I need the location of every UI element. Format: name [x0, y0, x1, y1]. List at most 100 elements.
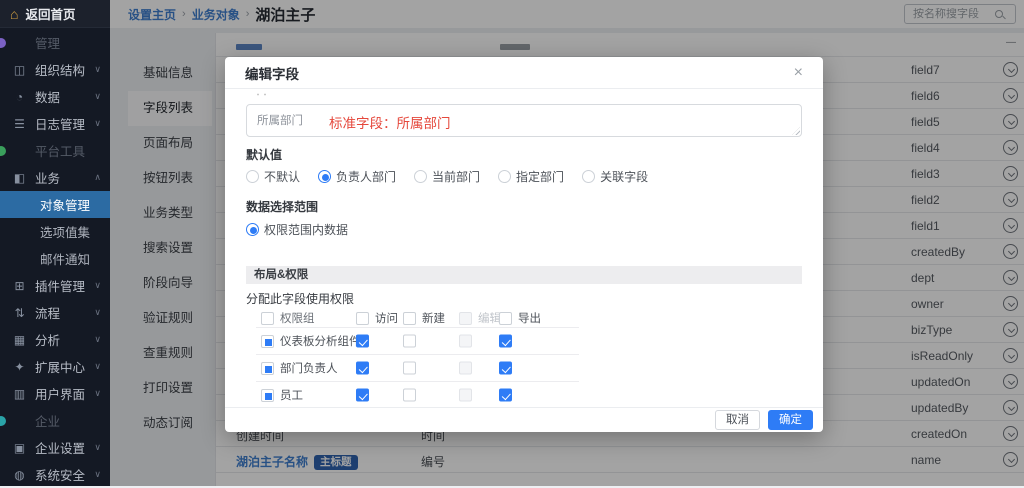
radio-label: 权限范围内数据 [264, 221, 348, 238]
sidebar-item-用户界面[interactable]: ▥用户界面∨ [0, 380, 110, 407]
close-icon[interactable]: × [794, 65, 803, 81]
field-label-value: 所属部门 [257, 115, 303, 127]
checkbox-checked-icon[interactable] [499, 389, 512, 402]
perm-group-cell: 部门负责人 [261, 360, 338, 376]
radio-icon[interactable] [246, 170, 259, 183]
checkbox-icon[interactable] [261, 312, 274, 325]
checkbox-icon[interactable] [403, 362, 416, 375]
radio-checked-icon[interactable] [246, 223, 259, 236]
annotation-text: 标准字段：所属部门 [329, 112, 451, 132]
perm-cell [499, 335, 512, 348]
enterprise-dot-icon [0, 416, 6, 426]
perm-cell [499, 362, 512, 375]
checkbox-icon[interactable] [403, 335, 416, 348]
checkbox-checked-icon[interactable] [499, 362, 512, 375]
sidebar-item-分析[interactable]: ▦分析∨ [0, 326, 110, 353]
checkbox-icon[interactable] [499, 312, 512, 325]
sidebar-item-企业设置[interactable]: ▣企业设置∨ [0, 434, 110, 461]
radio-icon[interactable] [582, 170, 595, 183]
radio-checked-icon[interactable] [318, 170, 331, 183]
sidebar-item-系统安全[interactable]: ◍系统安全∨ [0, 461, 110, 488]
perm-col-label: 权限组 [280, 310, 315, 326]
perm-cell [403, 389, 416, 402]
sidebar-item-label: 扩展中心 [35, 357, 85, 376]
radio-option-关联字段[interactable]: 关联字段 [582, 168, 648, 185]
sidebar-item-label: 平台工具 [35, 141, 85, 160]
sidebar-item-label: 邮件通知 [40, 249, 90, 268]
perm-cell [499, 389, 512, 402]
permission-row-部门负责人: 部门负责人 [256, 355, 579, 382]
permission-header-row: 权限组访问新建编辑导出 [256, 309, 579, 328]
sidebar-item-日志管理[interactable]: ☰日志管理∨ [0, 110, 110, 137]
chevron-down-icon: ∨ [94, 64, 101, 75]
sidebar-item-label: 系统安全 [35, 465, 85, 484]
admin-dot-icon [0, 38, 6, 48]
perm-cell [403, 362, 416, 375]
sidebar-item-管理[interactable]: 管理 [0, 29, 110, 56]
modal-title: 编辑字段 [245, 63, 299, 83]
chevron-down-icon: ∨ [94, 334, 101, 345]
checkbox-icon[interactable] [403, 389, 416, 402]
sidebar-item-label: 数据 [35, 87, 60, 106]
edit-field-modal: 编辑字段 × 所属部门 标准字段：所属部门 默认值 不默认负责人部门当前部门指定… [225, 57, 823, 432]
perm-col-label: 编辑 [478, 310, 501, 326]
cancel-button[interactable]: 取消 [715, 410, 760, 430]
radio-option-当前部门[interactable]: 当前部门 [414, 168, 480, 185]
checkbox-indeterminate-icon[interactable] [261, 389, 274, 402]
sidebar-item-选项值集[interactable]: 选项值集 [0, 218, 110, 245]
sidebar-item-label: 选项值集 [40, 222, 90, 241]
checkbox-icon[interactable] [403, 312, 416, 325]
home-icon: ⌂ [10, 7, 18, 21]
checkbox-checked-icon[interactable] [499, 335, 512, 348]
radio-label: 指定部门 [516, 168, 564, 185]
checkbox-checked-icon[interactable] [356, 389, 369, 402]
radio-option-不默认[interactable]: 不默认 [246, 168, 300, 185]
sidebar-item-label: 企业 [35, 411, 60, 430]
checkbox-icon [459, 362, 472, 375]
perm-group-cell: 员工 [261, 387, 303, 403]
resize-grip-icon[interactable] [792, 127, 800, 135]
checkbox-indeterminate-icon[interactable] [261, 362, 274, 375]
perm-cell [356, 335, 369, 348]
sidebar-item-对象管理[interactable]: 对象管理 [0, 191, 110, 218]
checkbox-checked-icon[interactable] [356, 335, 369, 348]
data-icon: ◔ [12, 90, 27, 104]
checkbox-indeterminate-icon[interactable] [261, 335, 274, 348]
radio-label: 关联字段 [600, 168, 648, 185]
sidebar-item-企业[interactable]: 企业 [0, 407, 110, 434]
sidebar-item-扩展中心[interactable]: ✦扩展中心∨ [0, 353, 110, 380]
perm-cell [403, 335, 416, 348]
back-home[interactable]: ⌂ 返回首页 [0, 0, 110, 28]
chevron-down-icon: ∨ [94, 442, 101, 453]
sidebar-item-label: 业务 [35, 168, 60, 187]
radio-label: 当前部门 [432, 168, 480, 185]
log-icon: ☰ [12, 117, 27, 131]
sidebar-item-数据[interactable]: ◔数据∨ [0, 83, 110, 110]
sidebar-item-流程[interactable]: ⇅流程∨ [0, 299, 110, 326]
radio-label: 负责人部门 [336, 168, 396, 185]
sidebar-item-label: 分析 [35, 330, 60, 349]
sidebar-item-平台工具[interactable]: 平台工具 [0, 137, 110, 164]
radio-option-指定部门[interactable]: 指定部门 [498, 168, 564, 185]
sidebar-item-业务[interactable]: ◧业务∧ [0, 164, 110, 191]
checkbox-icon[interactable] [356, 312, 369, 325]
perm-cell [459, 335, 472, 348]
sidebar-item-组织结构[interactable]: ◫组织结构∨ [0, 56, 110, 83]
radio-icon[interactable] [498, 170, 511, 183]
field-label-textarea[interactable]: 所属部门 标准字段：所属部门 [246, 104, 802, 137]
permission-table: 权限组访问新建编辑导出仪表板分析组件部门负责人员工部门管理员 [256, 309, 579, 407]
radio-option-负责人部门[interactable]: 负责人部门 [318, 168, 396, 185]
radio-icon[interactable] [414, 170, 427, 183]
permission-row-员工: 员工 [256, 382, 579, 407]
perm-group-label: 部门负责人 [280, 360, 338, 376]
perm-cell [459, 362, 472, 375]
sidebar-item-邮件通知[interactable]: 邮件通知 [0, 245, 110, 272]
sidebar-item-label: 管理 [35, 33, 60, 52]
sidebar-item-label: 企业设置 [35, 438, 85, 457]
checkbox-checked-icon[interactable] [356, 362, 369, 375]
platform-dot-icon [0, 146, 6, 156]
sidebar-item-插件管理[interactable]: ⊞插件管理∨ [0, 272, 110, 299]
radio-option-权限范围内数据[interactable]: 权限范围内数据 [246, 221, 348, 238]
ok-button[interactable]: 确定 [768, 410, 813, 430]
security-icon: ◍ [12, 468, 27, 482]
